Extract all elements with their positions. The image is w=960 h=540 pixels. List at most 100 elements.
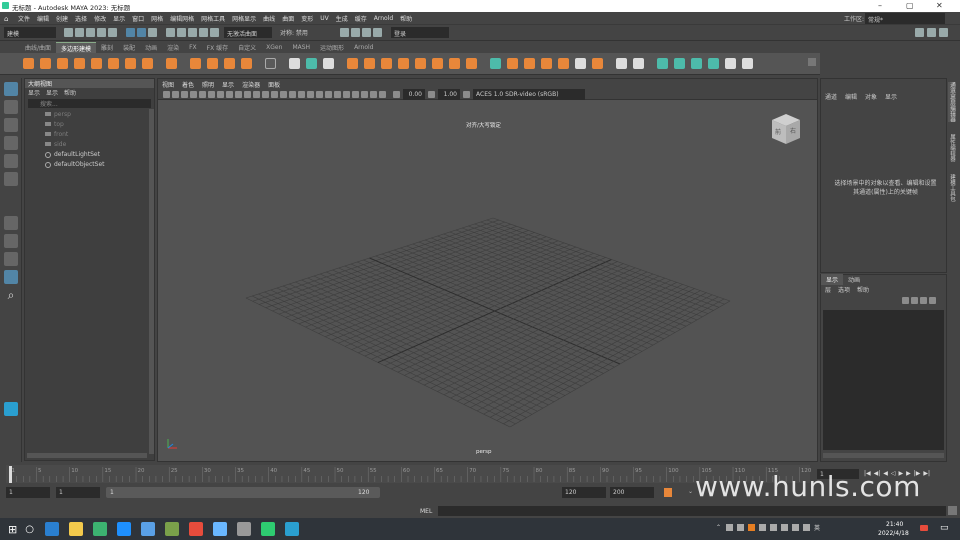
- uv-editor-icon[interactable]: [616, 58, 627, 69]
- menu-item-15[interactable]: 生成: [336, 14, 348, 23]
- maya-taskbar-icon[interactable]: [284, 522, 299, 536]
- gamma-field[interactable]: 1.00: [438, 88, 460, 100]
- login-dropdown[interactable]: 登录: [391, 27, 449, 38]
- menu-set-dropdown[interactable]: 建模: [4, 27, 56, 38]
- channel-menu-channels[interactable]: 通道: [825, 92, 837, 101]
- super-shape-icon[interactable]: [166, 58, 177, 69]
- tab-custom[interactable]: 自定义: [233, 42, 261, 53]
- bookmark-icon[interactable]: [181, 90, 188, 98]
- four-view-layout-icon[interactable]: [4, 234, 18, 248]
- single-perspective-view-icon[interactable]: [4, 216, 18, 230]
- outliner-item[interactable]: side: [25, 140, 154, 150]
- tab-modeling-toolkit[interactable]: 建模工具包: [948, 174, 956, 202]
- maximize-button[interactable]: ▢: [906, 1, 914, 10]
- motion-blur-icon[interactable]: [325, 90, 332, 98]
- extrude-icon[interactable]: [398, 58, 409, 69]
- command-input[interactable]: [438, 506, 946, 516]
- viewport-menu-panels[interactable]: 面板: [268, 80, 280, 89]
- safe-title-icon[interactable]: [253, 90, 260, 98]
- outliner-item[interactable]: top: [25, 120, 154, 130]
- auto-key-icon[interactable]: [664, 488, 672, 497]
- layer-list[interactable]: [823, 310, 944, 450]
- poly-torus-icon[interactable]: [91, 58, 102, 69]
- sweep-mesh-icon[interactable]: [190, 58, 201, 69]
- go-to-end-icon[interactable]: ▶|: [923, 470, 930, 477]
- uv-layout-icon[interactable]: [633, 58, 644, 69]
- outliner-item[interactable]: defaultObjectSet: [25, 160, 154, 170]
- tray-app5-icon[interactable]: [770, 524, 778, 531]
- tray-app4-icon[interactable]: [759, 524, 767, 531]
- menu-item-3[interactable]: 选择: [75, 14, 87, 23]
- mirror-geometry-icon[interactable]: [742, 58, 753, 69]
- tab-mash[interactable]: MASH: [287, 43, 315, 52]
- save-scene-icon[interactable]: [86, 28, 95, 37]
- app-u-icon[interactable]: [140, 522, 155, 536]
- separate-icon[interactable]: [306, 58, 317, 69]
- lasso-tool-icon[interactable]: [4, 100, 18, 114]
- playback-end-field[interactable]: 120: [562, 487, 606, 498]
- maya-m-icon[interactable]: [4, 402, 18, 416]
- combine-icon[interactable]: [289, 58, 300, 69]
- menu-item-4[interactable]: 修改: [94, 14, 106, 23]
- file-explorer-icon[interactable]: [68, 522, 83, 536]
- make-live-icon[interactable]: [575, 58, 586, 69]
- home-icon[interactable]: ⌂: [4, 15, 12, 23]
- outliner-menu-display[interactable]: 显示: [28, 88, 40, 97]
- tab-rigging[interactable]: 装配: [118, 42, 140, 53]
- gamma-icon[interactable]: [428, 90, 435, 98]
- select-tool-icon[interactable]: [4, 82, 18, 96]
- use-all-lights-icon[interactable]: [298, 90, 305, 98]
- task-search-icon[interactable]: ○: [25, 524, 34, 535]
- poly-cone-icon[interactable]: [74, 58, 85, 69]
- tray-app1-icon[interactable]: [726, 524, 734, 531]
- ipr-render-icon[interactable]: [351, 28, 360, 37]
- smooth-proxy-icon[interactable]: [592, 58, 603, 69]
- volume-icon[interactable]: [803, 524, 811, 531]
- viewport-menu-shading[interactable]: 着色: [182, 80, 194, 89]
- rotate-tool-icon[interactable]: [4, 154, 18, 168]
- select-by-hierarchy-icon[interactable]: [126, 28, 135, 37]
- tab-xgen[interactable]: XGen: [261, 43, 287, 52]
- isolate-select-icon[interactable]: [352, 90, 359, 98]
- shadows-icon[interactable]: [307, 90, 314, 98]
- clock-date[interactable]: 2022/4/18: [878, 530, 909, 537]
- xray-components-icon[interactable]: [379, 90, 386, 98]
- ime-icon[interactable]: 英: [814, 523, 820, 532]
- wireframe-icon[interactable]: [262, 90, 269, 98]
- app-clock-icon[interactable]: [236, 522, 251, 536]
- layer-menu-help[interactable]: 帮助: [857, 285, 869, 294]
- view-cube[interactable]: 前 右: [768, 112, 802, 146]
- viewport-menu-show[interactable]: 显示: [222, 80, 234, 89]
- xray-joints-icon[interactable]: [370, 90, 377, 98]
- smooth-shade-icon[interactable]: [271, 90, 278, 98]
- screen-space-ao-icon[interactable]: [316, 90, 323, 98]
- snap-curve-icon[interactable]: [177, 28, 186, 37]
- render-icon[interactable]: [340, 28, 349, 37]
- menu-item-5[interactable]: 显示: [113, 14, 125, 23]
- spherical-projection-icon[interactable]: [691, 58, 702, 69]
- viewport-menu-lighting[interactable]: 照明: [202, 80, 214, 89]
- layer-menu-layers[interactable]: 层: [825, 285, 831, 294]
- modeling-toolkit-icon[interactable]: [915, 28, 924, 37]
- tab-arnold[interactable]: Arnold: [349, 43, 378, 52]
- app-browser-icon[interactable]: [92, 522, 107, 536]
- poly-disc-icon[interactable]: [125, 58, 136, 69]
- multi-cut-icon[interactable]: [490, 58, 501, 69]
- hypershade-icon[interactable]: [373, 28, 382, 37]
- perspective-view[interactable]: 对齐/大写锁定 前 右 persp: [158, 100, 817, 461]
- outliner-search-input[interactable]: 搜索...: [28, 99, 151, 108]
- field-chart-icon[interactable]: [235, 90, 242, 98]
- minimize-button[interactable]: –: [878, 1, 882, 10]
- new-scene-icon[interactable]: [64, 28, 73, 37]
- menu-item-6[interactable]: 窗口: [132, 14, 144, 23]
- move-layer-up-icon[interactable]: [902, 297, 909, 304]
- menu-item-17[interactable]: Arnold: [374, 15, 393, 22]
- outliner-menu-help[interactable]: 帮助: [64, 88, 76, 97]
- platonic-solid-icon[interactable]: [142, 58, 153, 69]
- insert-edge-loop-icon[interactable]: [507, 58, 518, 69]
- wifi-icon[interactable]: [792, 524, 800, 531]
- open-scene-icon[interactable]: [75, 28, 84, 37]
- tab-fx[interactable]: FX: [184, 43, 202, 52]
- action-center-icon[interactable]: ▭: [940, 523, 949, 533]
- merge-icon[interactable]: [432, 58, 443, 69]
